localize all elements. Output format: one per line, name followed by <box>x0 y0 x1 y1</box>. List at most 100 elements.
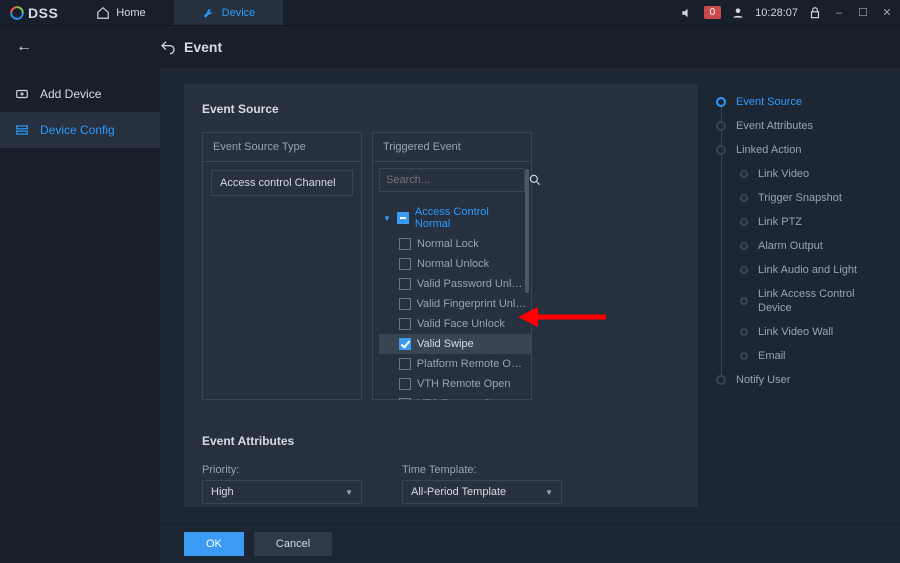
tab-device[interactable]: Device <box>174 0 284 25</box>
titlebar-right: 0 10:28:07 – ☐ ✕ <box>680 6 900 20</box>
maximize-button[interactable]: ☐ <box>856 6 870 19</box>
event-source-type-box: Event Source Type Access control Channel <box>202 132 362 400</box>
anchor-item[interactable]: Email <box>716 344 876 368</box>
event-item[interactable]: Valid Swipe <box>379 334 531 354</box>
anchor-item[interactable]: Link Access Control Device <box>716 282 876 320</box>
anchor-label: Link Video Wall <box>758 325 833 339</box>
group-checkbox[interactable] <box>397 212 409 224</box>
event-source-heading: Event Source <box>202 102 680 116</box>
event-item-label: Valid Face Unlock <box>417 318 505 330</box>
close-button[interactable]: ✕ <box>880 6 894 19</box>
logo-mark-icon <box>10 6 24 20</box>
template-select[interactable]: All-Period Template ▼ <box>402 480 562 504</box>
event-item[interactable]: Valid Face Unlock <box>379 314 531 334</box>
undo-icon[interactable] <box>160 39 176 55</box>
event-item[interactable]: Platform Remote Open <box>379 354 531 374</box>
anchor-label: Link Video <box>758 167 809 181</box>
event-item-label: Normal Lock <box>417 238 479 250</box>
event-checkbox[interactable] <box>399 358 411 370</box>
event-item-label: Normal Unlock <box>417 258 489 270</box>
anchor-item[interactable]: Link Audio and Light <box>716 258 876 282</box>
event-checkbox[interactable] <box>399 398 411 400</box>
search-icon[interactable] <box>528 173 542 187</box>
anchor-label: Link PTZ <box>758 215 802 229</box>
sidebar-item-label: Device Config <box>40 123 115 137</box>
anchor-dot-icon <box>716 375 726 385</box>
event-checkbox[interactable] <box>399 238 411 250</box>
event-group[interactable]: ▼ Access Control Normal <box>379 202 531 234</box>
sidebar: Add Device Device Config <box>0 68 160 563</box>
anchor-item[interactable]: Linked Action <box>716 138 876 162</box>
anchor-dot-icon <box>740 266 748 274</box>
anchor-item[interactable]: Notify User <box>716 368 876 392</box>
chevron-down-icon: ▼ <box>345 488 353 497</box>
event-checkbox[interactable] <box>399 258 411 270</box>
cancel-button[interactable]: Cancel <box>254 532 332 556</box>
main-panel: Event Source Event Source Type Access co… <box>184 84 698 507</box>
anchor-dot-icon <box>740 297 748 305</box>
minimize-button[interactable]: – <box>832 7 846 19</box>
anchor-item[interactable]: Trigger Snapshot <box>716 186 876 210</box>
priority-select[interactable]: High ▼ <box>202 480 362 504</box>
anchor-item[interactable]: Event Attributes <box>716 114 876 138</box>
anchor-item[interactable]: Alarm Output <box>716 234 876 258</box>
anchor-label: Trigger Snapshot <box>758 191 842 205</box>
ok-button[interactable]: OK <box>184 532 244 556</box>
user-icon[interactable] <box>731 6 745 20</box>
event-group-label: Access Control Normal <box>415 206 527 230</box>
anchor-dot-icon <box>716 145 726 155</box>
alarm-badge[interactable]: 0 <box>704 6 722 19</box>
anchor-item[interactable]: Link Video Wall <box>716 320 876 344</box>
anchor-label: Alarm Output <box>758 239 823 253</box>
sidebar-item-device-config[interactable]: Device Config <box>0 112 160 148</box>
titlebar-tabs: Home Device <box>68 0 283 25</box>
event-tree: ▼ Access Control Normal Normal Lock Norma… <box>373 198 531 400</box>
anchor-dot-icon <box>740 218 748 226</box>
event-item-label: Valid Swipe <box>417 338 474 350</box>
app-logo: DSS <box>0 5 68 21</box>
event-item[interactable]: Valid Password Unlock <box>379 274 531 294</box>
event-item-label: Platform Remote Open <box>417 358 527 370</box>
event-item[interactable]: Normal Unlock <box>379 254 531 274</box>
tab-home[interactable]: Home <box>68 0 173 25</box>
anchor-item[interactable]: Link PTZ <box>716 210 876 234</box>
anchor-label: Notify User <box>736 373 790 387</box>
device-config-icon <box>14 122 30 138</box>
sidebar-item-add-device[interactable]: Add Device <box>0 76 160 112</box>
event-item[interactable]: VTS Remote Open <box>379 394 531 400</box>
event-checkbox[interactable] <box>399 278 411 290</box>
event-checkbox[interactable] <box>399 298 411 310</box>
event-source-type-value[interactable]: Access control Channel <box>211 170 353 196</box>
add-device-icon <box>14 86 30 102</box>
back-button[interactable]: ← <box>16 38 32 56</box>
event-checkbox[interactable] <box>399 318 411 330</box>
clock-text: 10:28:07 <box>755 7 798 19</box>
event-item-label: VTS Remote Open <box>417 398 510 400</box>
anchor-dot-icon <box>740 328 748 336</box>
anchor-nav: Event SourceEvent AttributesLinked Actio… <box>716 84 876 507</box>
event-checkbox[interactable] <box>399 378 411 390</box>
event-item[interactable]: Valid Fingerprint Unlock <box>379 294 531 314</box>
anchor-item[interactable]: Link Video <box>716 162 876 186</box>
event-checkbox[interactable] <box>399 338 411 350</box>
tab-device-label: Device <box>222 7 256 19</box>
sidebar-item-label: Add Device <box>40 87 101 101</box>
wrench-icon <box>202 6 216 20</box>
triggered-event-header: Triggered Event <box>373 133 531 162</box>
event-item[interactable]: VTH Remote Open <box>379 374 531 394</box>
event-scrollbar[interactable] <box>525 169 529 395</box>
event-item-label: Valid Password Unlock <box>417 278 527 290</box>
event-item[interactable]: Normal Lock <box>379 234 531 254</box>
event-search[interactable] <box>379 168 525 192</box>
anchor-dot-icon <box>740 242 748 250</box>
tab-home-label: Home <box>116 7 145 19</box>
template-value: All-Period Template <box>411 486 506 498</box>
home-icon <box>96 6 110 20</box>
page-header: ← Event <box>0 26 900 68</box>
anchor-item[interactable]: Event Source <box>716 90 876 114</box>
event-search-input[interactable] <box>386 174 528 186</box>
event-item-label: VTH Remote Open <box>417 378 511 390</box>
lock-icon[interactable] <box>808 6 822 20</box>
anchor-dot-icon <box>740 194 748 202</box>
volume-icon[interactable] <box>680 6 694 20</box>
